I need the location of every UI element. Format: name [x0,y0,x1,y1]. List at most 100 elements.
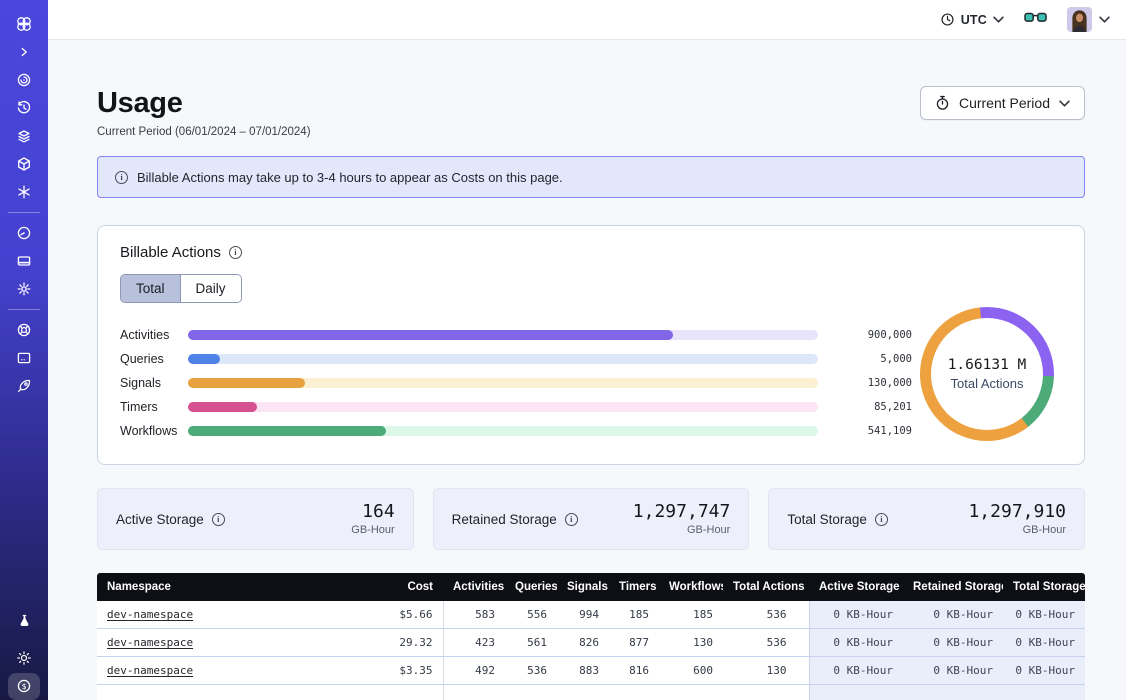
col-workflows: Workflows [659,573,723,601]
tab-daily[interactable]: Daily [180,275,241,302]
col-total-storage: Total Storage [1003,573,1085,601]
col-timers: Timers [609,573,659,601]
page-subtitle: Current Period (06/01/2024 – 07/01/2024) [97,126,311,138]
sidebar-item-usage-dashboard[interactable] [0,219,48,247]
sidebar-divider [8,212,40,213]
bar-row-queries: Queries 5,000 [120,347,912,371]
bar-row-signals: Signals 130,000 [120,371,912,395]
namespace-usage-table: Namespace Cost Activities Queries Signal… [97,573,1085,700]
col-activities: Activities [443,573,505,601]
cell-active-storage: 0 KB-Hour [809,629,903,657]
life-ring-icon [16,322,32,338]
cube-icon [16,156,32,172]
rocket-icon [16,378,32,394]
table-header-row: Namespace Cost Activities Queries Signal… [97,573,1085,601]
namespace-link[interactable]: dev-namespace [107,664,193,677]
cell-activities: 423 [443,629,505,657]
sidebar-item-usage[interactable]: $ [0,672,48,700]
cell-signals: 826 [557,629,609,657]
stopwatch-icon [935,95,950,111]
sidebar-item-support[interactable] [0,316,48,344]
sidebar-item-history[interactable] [0,94,48,122]
donut-chart-wrap: 1.66131 M Total Actions [912,307,1062,441]
timezone-selector[interactable]: UTC [940,12,1004,27]
bar-fill [188,354,220,364]
sidebar-item-logo[interactable] [0,10,48,38]
cell-signals: 994 [557,601,609,629]
active-pill: $ [8,673,40,700]
cell-total-storage: 0 KB-Hour [1003,657,1085,685]
sidebar: $ [0,0,48,700]
table-row-partial [97,685,1085,700]
bar-track [188,426,818,436]
cell-total-storage: 0 KB-Hour [1003,601,1085,629]
sidebar-item-deployments[interactable] [0,150,48,178]
namespace-link[interactable]: dev-namespace [107,608,193,621]
sidebar-item-labs[interactable] [0,606,48,634]
sidebar-item-theme[interactable] [0,644,48,672]
bar-track [188,354,818,364]
svg-text:$: $ [22,682,27,691]
cell-total-actions: 536 [723,629,809,657]
cell-total-storage: 0 KB-Hour [1003,629,1085,657]
table-row: dev-namespace $3.35 492 536 883 816 600 … [97,657,1085,685]
bar-track [188,330,818,340]
period-dropdown-button[interactable]: Current Period [920,86,1085,120]
cell-timers: 816 [609,657,659,685]
sidebar-item-nexus[interactable] [0,178,48,206]
sidebar-item-getting-started[interactable] [0,372,48,400]
account-menu[interactable] [1067,7,1110,32]
col-signals: Signals [557,573,609,601]
billable-actions-title: Billable Actions [120,244,221,261]
cell-workflows: 600 [659,657,723,685]
col-cost: Cost [365,573,443,601]
avatar [1067,7,1092,32]
page-title: Usage [97,86,311,120]
cell-cost: $5.66 [365,601,443,629]
sidebar-item-expand[interactable] [0,38,48,66]
cell-active-storage: 0 KB-Hour [809,601,903,629]
bar-label: Timers [120,400,188,414]
col-queries: Queries [505,573,557,601]
cell-active-storage: 0 KB-Hour [809,657,903,685]
cell-activities: 583 [443,601,505,629]
sidebar-item-release-notes[interactable] [0,344,48,372]
cell-timers: 185 [609,601,659,629]
cell-retained-storage: 0 KB-Hour [903,629,1003,657]
tab-total[interactable]: Total [121,275,180,302]
info-icon[interactable] [875,513,888,526]
layers-icon [16,128,32,144]
sidebar-item-layers[interactable] [0,122,48,150]
flask-icon [17,613,32,628]
info-icon[interactable] [229,246,242,259]
temporal-logo-icon [15,15,33,33]
active-storage-card: Active Storage 164 GB-Hour [97,488,414,550]
bar-row-workflows: Workflows 541,109 [120,419,912,443]
bar-fill [188,378,305,388]
sidebar-item-namespaces[interactable] [0,66,48,94]
topbar: UTC [48,0,1126,40]
banner-text: Billable Actions may take up to 3-4 hour… [137,170,563,185]
bar-value: 85,201 [840,401,912,413]
storage-card-label: Total Storage [787,512,867,527]
terminal-icon [16,350,32,366]
cell-workflows: 130 [659,629,723,657]
timezone-label: UTC [961,13,987,27]
chevron-down-icon [1059,100,1070,107]
storage-card-value: 1,297,747 [633,502,731,522]
gear-icon [16,281,32,297]
col-active-storage: Active Storage [809,573,903,601]
feedback-button[interactable] [1024,11,1047,29]
cell-workflows: 185 [659,601,723,629]
sidebar-item-billing[interactable] [0,247,48,275]
info-icon[interactable] [212,513,225,526]
gauge-icon [16,225,32,241]
namespace-link[interactable]: dev-namespace [107,636,193,649]
total-storage-card: Total Storage 1,297,910 GB-Hour [768,488,1085,550]
cell-cost: $3.35 [365,657,443,685]
sidebar-item-settings[interactable] [0,275,48,303]
info-icon[interactable] [565,513,578,526]
bar-row-timers: Timers 85,201 [120,395,912,419]
billable-chart: Activities 900,000 Queries 5,000 Signals… [120,323,1062,443]
donut-center: 1.66131 M Total Actions [920,307,1054,441]
